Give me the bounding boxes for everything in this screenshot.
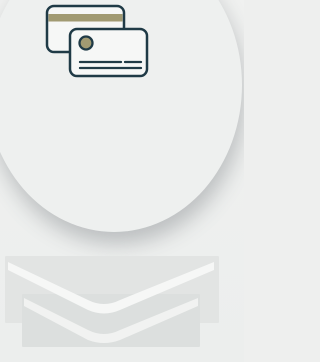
magnetic-stripe xyxy=(48,14,123,22)
front-card xyxy=(68,27,149,78)
scroll-down-button[interactable] xyxy=(0,250,244,362)
chevron-down-icon xyxy=(8,262,214,343)
payment-method-button[interactable] xyxy=(0,0,242,232)
credit-cards-icon xyxy=(45,4,149,78)
chip-dot xyxy=(78,35,94,51)
app-screen xyxy=(0,0,244,362)
